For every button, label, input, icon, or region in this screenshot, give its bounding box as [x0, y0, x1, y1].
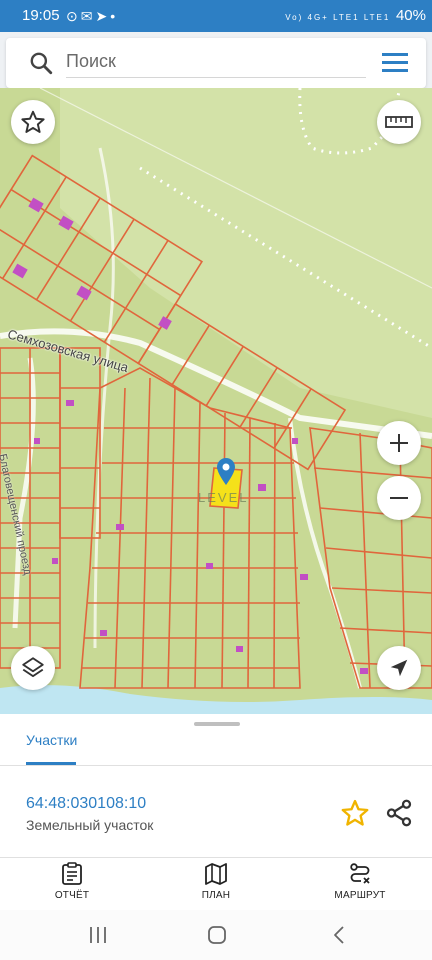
home-icon[interactable] — [205, 924, 229, 946]
location-marker-icon[interactable] — [216, 458, 236, 486]
layers-button[interactable] — [11, 646, 55, 690]
report-icon — [62, 862, 82, 885]
status-right: Vo) 4G+ LTE1 LTE1 40% — [285, 7, 426, 24]
battery-level: 40% — [395, 7, 426, 24]
nav-plan[interactable]: ПЛАН — [166, 862, 266, 901]
search-input[interactable] — [66, 46, 366, 78]
star-icon[interactable] — [340, 798, 370, 828]
back-icon[interactable] — [328, 924, 352, 946]
status-bar: 19:05 ⊙✉➤• Vo) 4G+ LTE1 LTE1 40% — [0, 0, 432, 32]
status-time: 19:05 — [22, 7, 60, 24]
minus-icon — [390, 497, 408, 499]
nav-route-label: МАРШРУТ — [334, 890, 386, 901]
map-view[interactable]: Семхозовская улица Благовещенский проезд… — [0, 88, 432, 714]
map-icon — [205, 863, 227, 885]
menu-icon[interactable] — [380, 50, 410, 76]
watermark-label: LEVEL — [198, 490, 249, 505]
star-outline-icon — [21, 110, 45, 133]
layers-icon — [22, 657, 44, 678]
zoom-out-button[interactable] — [377, 476, 421, 520]
route-icon — [350, 863, 370, 884]
search-box — [6, 38, 426, 88]
nav-report-label: ОТЧЁТ — [54, 890, 90, 901]
ruler-button[interactable] — [377, 100, 421, 144]
parcel-type: Земельный участок — [26, 817, 154, 833]
my-location-button[interactable] — [377, 646, 421, 690]
ruler-icon — [385, 116, 413, 128]
sheet-drag-handle[interactable] — [194, 722, 240, 726]
navigation-arrow-icon — [390, 659, 408, 677]
tab-divider — [0, 765, 432, 766]
notification-icons: ⊙✉➤• — [66, 8, 119, 24]
map-canvas — [0, 88, 432, 714]
search-icon[interactable] — [28, 50, 54, 76]
share-icon[interactable] — [384, 798, 414, 828]
favorite-layers-button[interactable] — [11, 100, 55, 144]
nav-plan-label: ПЛАН — [201, 890, 231, 901]
cadastral-number[interactable]: 64:48:030108:10 — [26, 795, 146, 813]
nav-report[interactable]: ОТЧЁТ — [22, 862, 122, 901]
network-indicator: Vo) 4G+ LTE1 LTE1 — [285, 13, 391, 22]
system-navigation — [0, 910, 432, 960]
plus-icon — [390, 434, 408, 452]
tab-parcels[interactable]: Участки — [26, 732, 77, 748]
bottom-navigation: ОТЧЁТ ПЛАН МАРШРУТ — [0, 858, 432, 910]
recents-icon[interactable] — [86, 924, 110, 946]
zoom-in-button[interactable] — [377, 421, 421, 465]
nav-route[interactable]: МАРШРУТ — [310, 862, 410, 901]
search-bar-container — [0, 32, 432, 88]
